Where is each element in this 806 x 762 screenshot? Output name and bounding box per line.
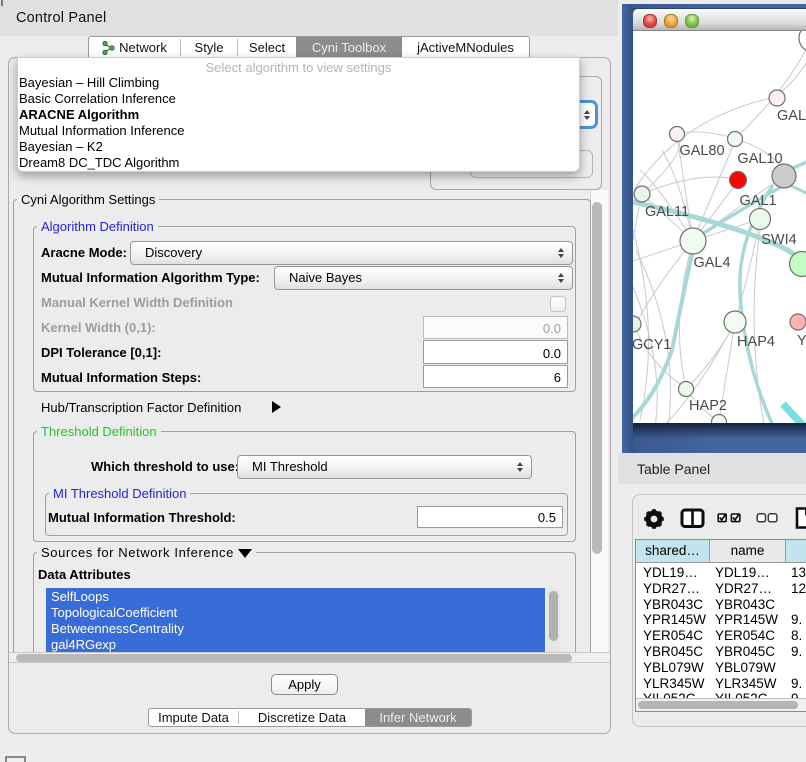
svg-text:GAL80: GAL80 <box>679 143 724 159</box>
svg-text:GAL1: GAL1 <box>739 193 776 209</box>
svg-text:HAP4: HAP4 <box>737 334 775 350</box>
svg-text:SWI4: SWI4 <box>761 232 796 248</box>
svg-text:HAP2: HAP2 <box>689 398 727 414</box>
svg-text:GAL10: GAL10 <box>737 151 782 167</box>
svg-text:GAL4: GAL4 <box>693 255 730 271</box>
svg-text:YD: YD <box>797 333 806 349</box>
svg-text:GCY1: GCY1 <box>633 337 672 353</box>
svg-text:GAL: GAL <box>777 108 806 124</box>
svg-text:GAL11: GAL11 <box>645 204 689 220</box>
